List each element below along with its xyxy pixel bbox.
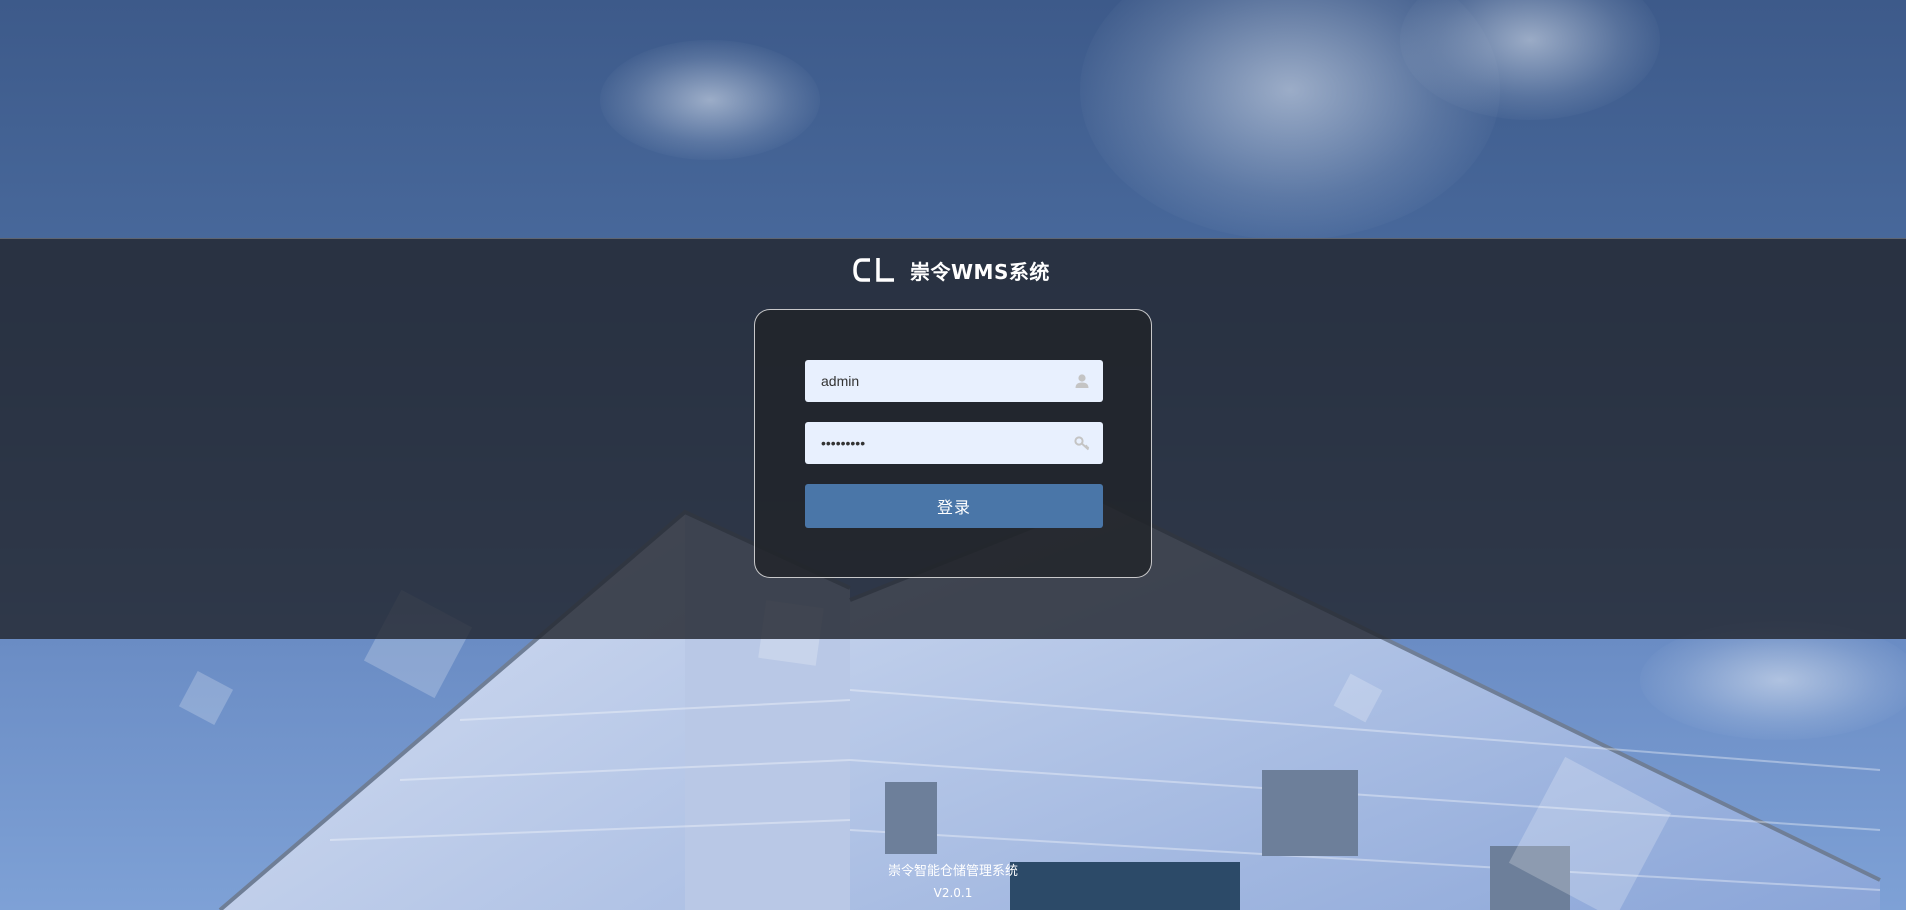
username-field-wrap [805,360,1103,402]
username-input[interactable] [805,360,1065,402]
brand-header: 崇令WMS系统 [852,254,1050,286]
login-button[interactable]: 登录 [805,484,1103,528]
version-label: V2.0.1 [933,886,973,900]
login-form: 登录 [754,309,1152,578]
password-input[interactable] [805,422,1065,464]
app-title: 崇令WMS系统 [910,259,1050,284]
login-page: 崇令WMS系统 登录 崇令智能仓储管理系统 V2.0.1 [0,0,1906,910]
company-logo [853,258,894,282]
system-name: 崇令智能仓储管理系统 [887,864,1018,879]
key-icon [1074,436,1090,451]
user-icon [1075,374,1089,388]
password-field-wrap [805,422,1103,464]
